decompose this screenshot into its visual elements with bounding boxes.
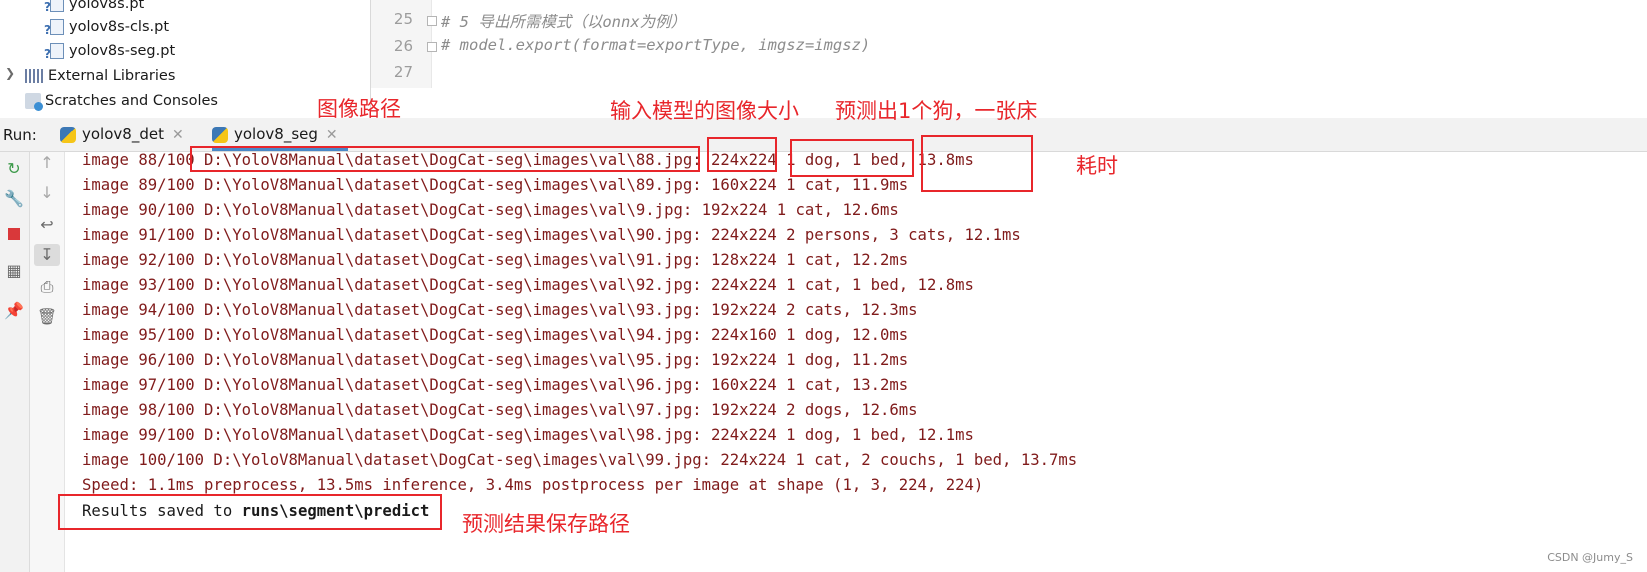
tree-item-yolov8s-seg[interactable]: yolov8s-seg.pt (44, 39, 176, 66)
console-line: Speed: 1.1ms preprocess, 13.5ms inferenc… (82, 476, 984, 494)
console-line: image 92/100 D:\YoloV8Manual\dataset\Dog… (82, 251, 909, 269)
console-line: image 96/100 D:\YoloV8Manual\dataset\Dog… (82, 351, 909, 369)
highlight-results-path (58, 494, 442, 530)
close-icon[interactable]: ✕ (326, 127, 338, 143)
console-line: image 89/100 D:\YoloV8Manual\dataset\Dog… (82, 176, 909, 194)
highlight-detections (790, 139, 914, 177)
tree-item-yolov8s[interactable]: yolov8s.pt (44, 0, 145, 19)
highlight-time (921, 135, 1033, 192)
scratch-icon (25, 93, 43, 111)
tree-item-label: yolov8s.pt (69, 0, 145, 12)
fold-marker-icon[interactable] (427, 16, 437, 26)
annotation-input-size: 输入模型的图像大小 (610, 99, 799, 123)
console-line: image 97/100 D:\YoloV8Manual\dataset\Dog… (82, 376, 909, 394)
rerun-icon[interactable]: ↻ (3, 158, 25, 180)
line-number: 26 (393, 37, 413, 55)
console-line: image 94/100 D:\YoloV8Manual\dataset\Dog… (82, 301, 918, 319)
arrow-up-icon[interactable]: ↑ (36, 152, 58, 174)
console-line: image 98/100 D:\YoloV8Manual\dataset\Dog… (82, 401, 918, 419)
tab-label: yolov8_det (82, 125, 164, 143)
layout-icon[interactable]: ▦ (3, 260, 25, 282)
line-number: 27 (393, 63, 413, 81)
annotation-detected: 预测出1个狗，一张床 (835, 99, 1038, 123)
code-editor[interactable]: 25 26 27 # 5 导出所需模式（以onnx为例） # model.exp… (371, 0, 1647, 88)
scroll-to-end-icon[interactable]: ↧ (34, 244, 60, 266)
code-line: # model.export(format=exportType, imgsz=… (441, 36, 871, 54)
python-file-icon (44, 0, 64, 19)
wrench-icon[interactable]: 🔧 (3, 188, 25, 210)
run-label: Run: (3, 126, 37, 144)
console-line: image 95/100 D:\YoloV8Manual\dataset\Dog… (82, 326, 909, 344)
line-gutter: 25 26 27 (371, 0, 432, 88)
tree-item-label: yolov8s-seg.pt (69, 43, 176, 59)
tree-item-label: External Libraries (48, 68, 176, 84)
console-line: image 93/100 D:\YoloV8Manual\dataset\Dog… (82, 276, 974, 294)
console-line: image 91/100 D:\YoloV8Manual\dataset\Dog… (82, 226, 1021, 244)
arrow-down-icon[interactable]: ↓ (36, 182, 58, 204)
tree-item-external-libraries[interactable]: External Libraries (25, 64, 175, 88)
fold-marker-icon[interactable] (427, 42, 437, 52)
stop-icon[interactable] (3, 222, 25, 244)
line-number: 25 (393, 10, 413, 28)
library-icon (25, 69, 43, 83)
console-line: image 99/100 D:\YoloV8Manual\dataset\Dog… (82, 426, 974, 444)
code-line: # 5 导出所需模式（以onnx为例） (441, 13, 687, 31)
chevron-right-icon[interactable]: ❯ (5, 66, 15, 80)
annotation-time-cost: 耗时 (1076, 154, 1118, 178)
print-icon[interactable]: ⎙ (36, 276, 58, 298)
tree-item-label: yolov8s-cls.pt (69, 19, 169, 35)
tree-item-scratches[interactable]: Scratches and Consoles (25, 89, 218, 113)
python-file-icon (44, 42, 64, 66)
highlight-input-size (707, 137, 777, 172)
close-icon[interactable]: ✕ (172, 127, 184, 143)
soft-wrap-icon[interactable]: ↩ (36, 214, 58, 236)
watermark: CSDN @Jumy_S (1547, 551, 1633, 564)
python-file-icon (44, 18, 64, 42)
python-icon (60, 126, 76, 143)
annotation-result-path: 预测结果保存路径 (462, 512, 630, 536)
tab-yolov8-det[interactable]: yolov8_det ✕ (60, 118, 184, 151)
python-icon (212, 126, 228, 143)
run-side-toolbar: ↻ 🔧 ▦ 📌 (0, 152, 30, 572)
highlight-image-path (190, 146, 700, 172)
tree-item-label: Scratches and Consoles (45, 93, 218, 109)
console-line: image 90/100 D:\YoloV8Manual\dataset\Dog… (82, 201, 899, 219)
tree-item-yolov8s-cls[interactable]: yolov8s-cls.pt (44, 15, 169, 42)
console-line: image 100/100 D:\YoloV8Manual\dataset\Do… (82, 451, 1078, 469)
trash-icon[interactable]: 🗑 (36, 306, 58, 328)
project-tree-panel: yolov8s.pt yolov8s-cls.pt yolov8s-seg.pt… (0, 0, 371, 115)
pin-icon[interactable]: 📌 (3, 300, 25, 322)
annotation-image-path: 图像路径 (317, 97, 401, 121)
tab-label: yolov8_seg (234, 125, 318, 143)
